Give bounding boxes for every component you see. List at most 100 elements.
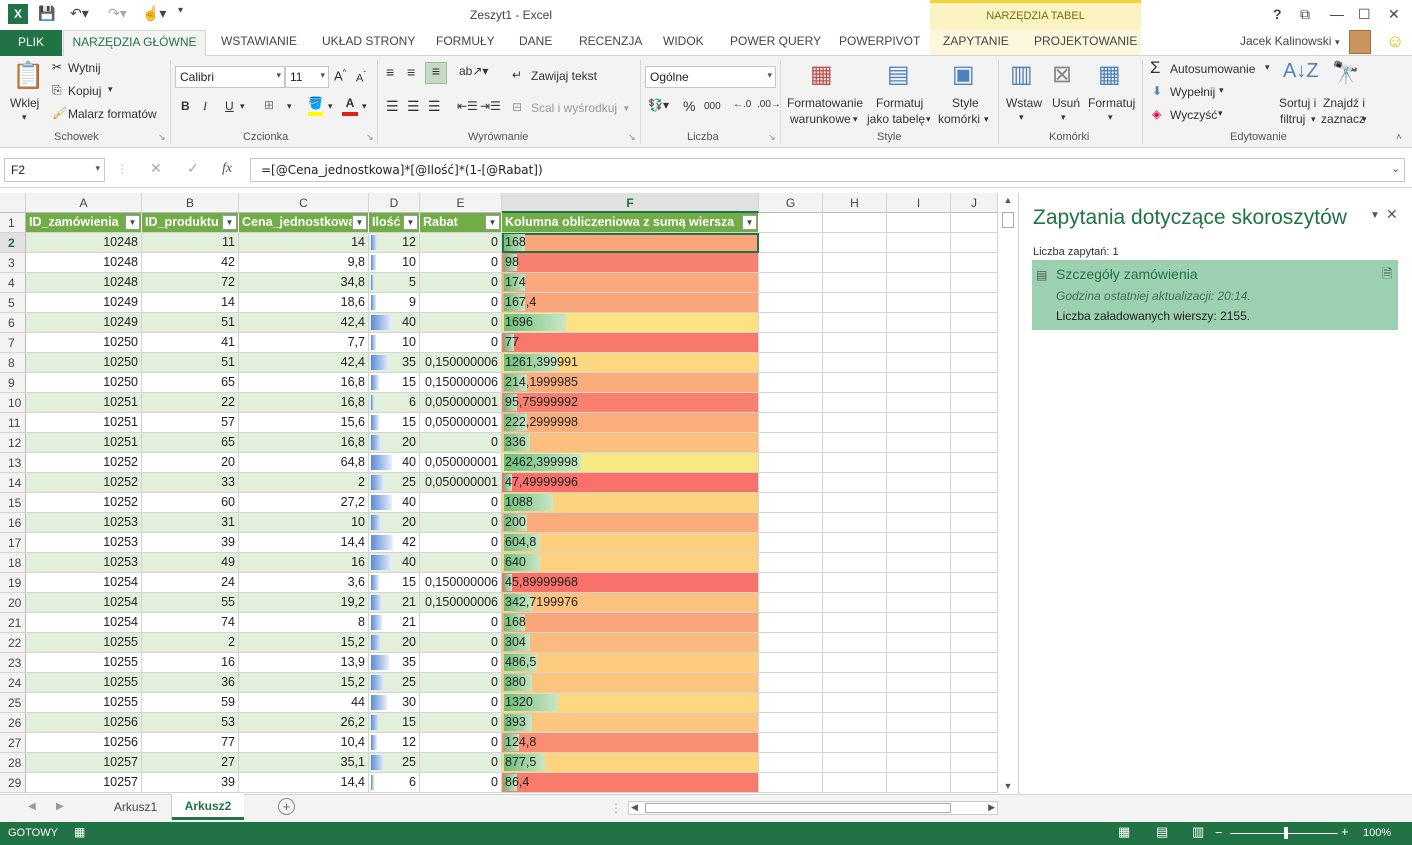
row-header-23[interactable]: 23 <box>0 653 26 673</box>
align-top-icon[interactable]: ≡ <box>386 64 394 80</box>
cell[interactable] <box>951 373 998 393</box>
collapse-ribbon-icon[interactable]: ˄ <box>1396 132 1402 143</box>
touch-mode-icon[interactable]: ☝▾ <box>142 5 166 22</box>
cell[interactable] <box>823 513 887 533</box>
cell[interactable] <box>951 773 998 793</box>
copy-icon[interactable]: ⎘ <box>52 83 62 98</box>
filter-dropdown-icon[interactable]: ▼ <box>352 215 367 230</box>
row-header-27[interactable]: 27 <box>0 733 26 753</box>
table-cell[interactable]: 10248 <box>26 273 142 293</box>
cell[interactable] <box>759 593 823 613</box>
row-header-16[interactable]: 16 <box>0 513 26 533</box>
table-cell[interactable]: 13,9 <box>239 653 369 673</box>
table-cell[interactable]: 10257 <box>26 753 142 773</box>
avatar[interactable] <box>1349 30 1371 54</box>
table-cell[interactable]: 10248 <box>26 253 142 273</box>
calculated-cell[interactable]: 393 <box>502 713 759 733</box>
customize-qat-icon[interactable]: ▾ <box>178 5 183 16</box>
percent-style-button[interactable]: % <box>683 98 695 114</box>
cell[interactable] <box>759 313 823 333</box>
row-header-28[interactable]: 28 <box>0 753 26 773</box>
cell[interactable] <box>887 333 951 353</box>
ribbon-display-icon[interactable]: ⧉ <box>1300 6 1310 23</box>
user-name[interactable]: Jacek Kalinowski <box>1240 34 1331 48</box>
filter-dropdown-icon[interactable]: ▼ <box>403 215 418 230</box>
table-cell[interactable]: 0 <box>420 753 502 773</box>
format-cells-icon[interactable]: ▦ <box>1098 60 1121 89</box>
tab-powerpivot[interactable]: POWERPIVOT <box>839 34 920 48</box>
cell[interactable] <box>887 293 951 313</box>
cell[interactable] <box>759 253 823 273</box>
table-cell[interactable]: 10251 <box>26 393 142 413</box>
calculated-cell[interactable]: 98 <box>502 253 759 273</box>
conditional-formatting-line1[interactable]: Formatowanie <box>787 96 863 110</box>
table-cell[interactable]: 27,2 <box>239 493 369 513</box>
cell[interactable] <box>887 233 951 253</box>
formula-options-icon[interactable]: ⋮ <box>116 162 128 176</box>
tab-view[interactable]: WIDOK <box>663 34 704 48</box>
calculated-cell[interactable]: 222,2999998 <box>502 413 759 433</box>
cut-button[interactable]: Wytnij <box>68 61 101 75</box>
tab-power-query[interactable]: POWER QUERY <box>730 34 821 48</box>
table-cell[interactable]: 0,150000006 <box>420 593 502 613</box>
cell[interactable] <box>823 233 887 253</box>
table-cell[interactable]: 14 <box>142 293 239 313</box>
row-header-24[interactable]: 24 <box>0 673 26 693</box>
table-cell[interactable]: 0 <box>420 273 502 293</box>
table-cell[interactable]: 10248 <box>26 233 142 253</box>
row-header-1[interactable]: 1 <box>0 213 26 233</box>
cell[interactable] <box>887 593 951 613</box>
table-cell-quantity[interactable]: 15 <box>369 413 420 433</box>
decrease-decimal-icon[interactable]: .00→ <box>757 99 781 110</box>
table-cell[interactable]: 0,150000006 <box>420 373 502 393</box>
conditional-formatting-icon[interactable]: ▦ <box>810 60 833 89</box>
calculated-cell[interactable]: 2462,399998 <box>502 453 759 473</box>
fill-color-chevron-icon[interactable]: ▾ <box>328 101 333 112</box>
increase-decimal-icon[interactable]: ←.0 <box>733 99 751 110</box>
table-cell[interactable]: 0 <box>420 333 502 353</box>
table-cell[interactable]: 26,2 <box>239 713 369 733</box>
table-cell-quantity[interactable]: 40 <box>369 453 420 473</box>
wrap-text-button[interactable]: Zawijaj tekst <box>531 69 597 83</box>
table-header-cell[interactable]: Kolumna obliczeniowa z sumą wiersza ▼ <box>502 213 759 233</box>
table-cell[interactable]: 10254 <box>26 593 142 613</box>
row-header-8[interactable]: 8 <box>0 353 26 373</box>
table-cell[interactable]: 10 <box>239 513 369 533</box>
zoom-out-icon[interactable]: − <box>1215 825 1223 840</box>
row-header-7[interactable]: 7 <box>0 333 26 353</box>
underline-icon[interactable]: U <box>225 99 234 113</box>
insert-cells-button[interactable]: Wstaw <box>1006 96 1042 110</box>
autosum-icon[interactable]: Σ <box>1150 58 1161 78</box>
tab-file[interactable]: PLIK <box>0 30 62 56</box>
row-header-22[interactable]: 22 <box>0 633 26 653</box>
sort-filter-line1[interactable]: Sortuj i <box>1279 96 1316 110</box>
calculated-cell[interactable]: 342,7199976 <box>502 593 759 613</box>
cell[interactable] <box>759 493 823 513</box>
table-cell[interactable]: 16,8 <box>239 373 369 393</box>
format-as-table-icon[interactable]: ▤ <box>887 60 910 89</box>
table-cell[interactable]: 42,4 <box>239 313 369 333</box>
table-cell[interactable]: 2 <box>239 473 369 493</box>
calculated-cell[interactable]: 47,49999996 <box>502 473 759 493</box>
cell[interactable] <box>887 693 951 713</box>
calculated-cell[interactable]: 1696 <box>502 313 759 333</box>
cell[interactable] <box>759 773 823 793</box>
merge-center-button[interactable]: Scal i wyśrodkuj <box>531 101 617 115</box>
table-cell[interactable]: 0,150000006 <box>420 573 502 593</box>
cell-styles-line2[interactable]: komórki <box>938 112 980 126</box>
scroll-down-icon[interactable]: ▼ <box>1001 781 1015 795</box>
column-header-j[interactable]: J <box>951 193 998 213</box>
table-cell[interactable]: 0 <box>420 713 502 733</box>
cell[interactable] <box>823 553 887 573</box>
table-cell-quantity[interactable]: 25 <box>369 673 420 693</box>
cell[interactable] <box>887 373 951 393</box>
format-chevron-icon[interactable]: ▾ <box>1108 112 1113 123</box>
cell[interactable] <box>823 453 887 473</box>
table-cell-quantity[interactable]: 25 <box>369 473 420 493</box>
table-cell[interactable]: 22 <box>142 393 239 413</box>
cell[interactable] <box>951 713 998 733</box>
calculated-cell[interactable]: 877,5 <box>502 753 759 773</box>
cell[interactable] <box>951 293 998 313</box>
cell[interactable] <box>823 253 887 273</box>
tab-split-handle-icon[interactable]: ⋮ <box>610 801 622 815</box>
